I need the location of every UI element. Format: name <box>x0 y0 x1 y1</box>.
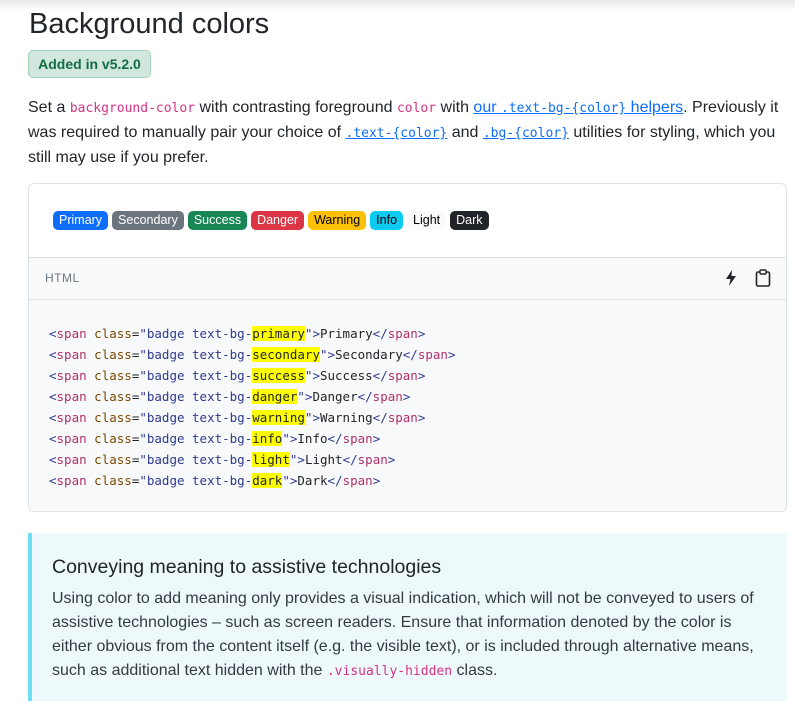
badge-dark: Dark <box>450 210 489 231</box>
badge-preview: Primary Secondary Success Danger Warning Info… <box>29 184 786 257</box>
code-line: <span class="badge text-bg-primary">Prim… <box>49 326 426 341</box>
badge-light: Light <box>407 210 447 231</box>
code-line: <span class="badge text-bg-success">Succ… <box>49 368 426 383</box>
code-toolbar: HTML <box>29 257 786 300</box>
badge-secondary: Secondary <box>112 210 184 231</box>
intro-text: and <box>447 124 483 141</box>
code-line: <span class="badge text-bg-info">Info</s… <box>49 431 381 446</box>
intro-text: with contrasting foreground <box>195 99 397 116</box>
code-line: <span class="badge text-bg-light">Light<… <box>49 452 396 467</box>
code-listing: <span class="badge text-bg-primary">Prim… <box>49 323 455 491</box>
section-heading: Background colors <box>29 8 270 40</box>
code-line: <span class="badge text-bg-secondary">Se… <box>49 347 456 362</box>
accessibility-callout: Conveying meaning to assistive technolog… <box>28 533 787 701</box>
inline-code-visually-hidden: .visually-hidden <box>326 664 453 679</box>
lightning-icon[interactable] <box>720 267 742 289</box>
badge-warning: Warning <box>308 210 367 231</box>
clipboard-icon[interactable] <box>752 267 774 289</box>
text-bg-helpers-link[interactable]: our .text-bg-{color} helpers <box>473 99 683 116</box>
code-language-label: HTML <box>45 271 80 285</box>
badge-info: Info <box>370 210 404 231</box>
callout-title: Conveying meaning to assistive technolog… <box>52 556 442 578</box>
bg-color-link[interactable]: .bg-{color} <box>483 124 569 141</box>
badge-danger: Danger <box>251 210 305 231</box>
badge-primary: Primary <box>53 210 109 231</box>
code-line: <span class="badge text-bg-warning">Warn… <box>49 410 426 425</box>
code-line: <span class="badge text-bg-danger">Dange… <box>49 389 411 404</box>
callout-body: Using color to add meaning only provides… <box>52 590 754 679</box>
example-box: Primary Secondary Success Danger Warning Info… <box>28 183 787 512</box>
code-line: <span class="badge text-bg-dark">Dark</s… <box>49 473 381 488</box>
inline-code-color: color <box>396 101 437 116</box>
code-block: <span class="badge text-bg-primary">Prim… <box>29 300 786 511</box>
badge-success: Success <box>187 210 248 231</box>
intro-text: Set a <box>28 99 70 116</box>
added-version-badge: Added in v5.2.0 <box>28 50 151 78</box>
intro-paragraph: Set a background-color with contrasting … <box>28 96 790 170</box>
text-color-link[interactable]: .text-{color} <box>346 124 448 141</box>
inline-code-background-color: background-color <box>69 101 196 116</box>
intro-text: with <box>436 99 474 116</box>
